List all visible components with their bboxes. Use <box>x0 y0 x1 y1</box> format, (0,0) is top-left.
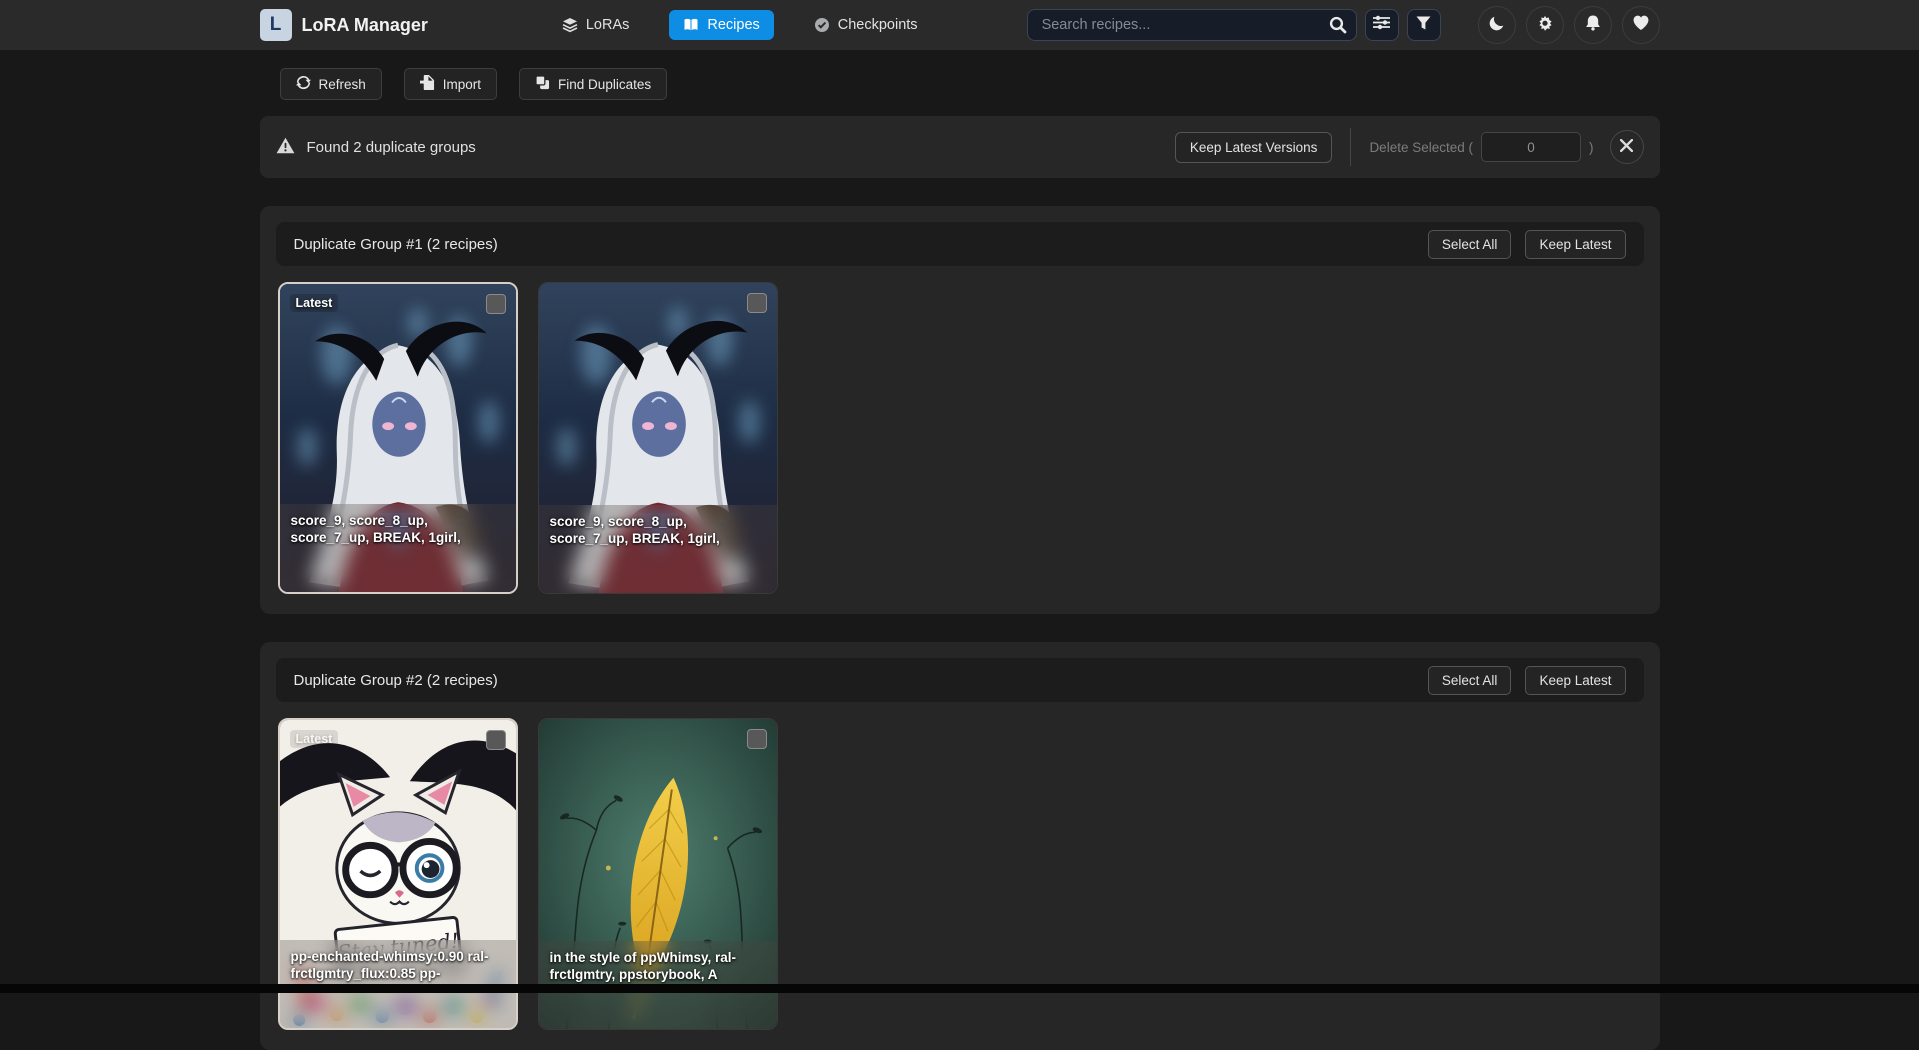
search-bar <box>1027 9 1357 41</box>
recipe-card[interactable]: score_9, score_8_up, score_7_up, BREAK, … <box>538 282 778 594</box>
banner-message: Found 2 duplicate groups <box>307 139 476 156</box>
import-button[interactable]: Import <box>404 68 497 100</box>
file-import-icon <box>420 75 435 93</box>
caption-line-1: in the style of ppWhimsy, ral- <box>550 949 766 966</box>
import-label: Import <box>443 77 481 92</box>
group-1-header: Duplicate Group #1 (2 recipes) Select Al… <box>276 222 1644 266</box>
recipe-checkbox[interactable] <box>486 730 506 750</box>
caption-line-1: score_9, score_8_up, <box>291 512 505 529</box>
group-1-title: Duplicate Group #1 (2 recipes) <box>294 236 498 253</box>
divider <box>1350 128 1351 166</box>
duplicates-icon <box>535 75 550 93</box>
support-button[interactable] <box>1622 6 1660 44</box>
theme-toggle-button[interactable] <box>1478 6 1516 44</box>
search-input[interactable] <box>1027 9 1357 41</box>
keep-latest-versions-button[interactable]: Keep Latest Versions <box>1175 132 1333 163</box>
top-navbar: L LoRA Manager LoRAs Recipes Checkpoint <box>0 0 1919 50</box>
caption-line-2: frctlgmtry_flux:0.85 pp- <box>291 965 505 982</box>
app-title: LoRA Manager <box>302 15 428 36</box>
tab-loras[interactable]: LoRAs <box>548 10 644 40</box>
delete-selected-label: Delete Selected ( <box>1369 140 1473 155</box>
close-icon <box>1620 139 1633 155</box>
recipe-checkbox[interactable] <box>486 294 506 314</box>
sort-options-button[interactable] <box>1365 9 1399 41</box>
caption-line-1: pp-enchanted-whimsy:0.90 ral- <box>291 948 505 965</box>
latest-badge: Latest <box>290 730 339 748</box>
duplicates-banner: Found 2 duplicate groups Keep Latest Ver… <box>260 116 1660 178</box>
navbar-actions <box>1478 6 1660 44</box>
heart-icon <box>1632 14 1650 37</box>
sliders-icon <box>1373 15 1390 35</box>
bell-icon <box>1584 14 1602 37</box>
tab-recipes[interactable]: Recipes <box>669 10 773 40</box>
tab-checkpoints-label: Checkpoints <box>838 17 918 33</box>
caption-line-1: score_9, score_8_up, <box>550 513 766 530</box>
layers-icon <box>562 17 578 33</box>
group-1-select-all-button[interactable]: Select All <box>1428 230 1512 259</box>
main-nav: LoRAs Recipes Checkpoints <box>548 10 932 40</box>
recipe-checkbox[interactable] <box>747 729 767 749</box>
duplicate-group-1: Duplicate Group #1 (2 recipes) Select Al… <box>260 206 1660 614</box>
tab-loras-label: LoRAs <box>586 17 630 33</box>
bottom-edge-strip <box>0 984 1919 993</box>
filter-button[interactable] <box>1407 9 1441 41</box>
moon-icon <box>1488 14 1506 37</box>
settings-button[interactable] <box>1526 6 1564 44</box>
recipe-card[interactable]: Latest score_9, score_8_up, score_7_up, … <box>278 282 518 594</box>
tab-checkpoints[interactable]: Checkpoints <box>800 10 932 40</box>
logo-letter: L <box>270 14 282 36</box>
delete-selected-suffix: ) <box>1589 140 1594 155</box>
refresh-button[interactable]: Refresh <box>280 68 382 100</box>
gear-icon <box>1536 14 1554 37</box>
group-1-keep-latest-button[interactable]: Keep Latest <box>1525 230 1625 259</box>
check-circle-icon <box>814 17 830 33</box>
group-2-keep-latest-button[interactable]: Keep Latest <box>1525 666 1625 695</box>
filter-funnel-icon <box>1416 16 1431 35</box>
recipe-caption: score_9, score_8_up, score_7_up, BREAK, … <box>539 505 777 593</box>
delete-selected-button[interactable]: Delete Selected ( ) <box>1369 132 1593 162</box>
refresh-label: Refresh <box>319 77 366 92</box>
latest-badge: Latest <box>290 294 339 312</box>
group-2-title: Duplicate Group #2 (2 recipes) <box>294 672 498 689</box>
book-icon <box>683 17 699 33</box>
warning-icon <box>276 137 295 158</box>
caption-line-2: frctlgmtry, ppstorybook, A <box>550 966 766 983</box>
recipe-caption: score_9, score_8_up, score_7_up, BREAK, … <box>280 504 516 592</box>
recipe-checkbox[interactable] <box>747 293 767 313</box>
notifications-button[interactable] <box>1574 6 1612 44</box>
caption-line-2: score_7_up, BREAK, 1girl, <box>291 529 505 546</box>
group-2-header: Duplicate Group #2 (2 recipes) Select Al… <box>276 658 1644 702</box>
caption-line-2: score_7_up, BREAK, 1girl, <box>550 530 766 547</box>
recipes-toolbar: Refresh Import Find Duplicates <box>260 50 1660 100</box>
app-logo[interactable]: L <box>260 9 292 41</box>
refresh-icon <box>296 75 311 93</box>
find-duplicates-label: Find Duplicates <box>558 77 651 92</box>
close-banner-button[interactable] <box>1610 130 1644 164</box>
find-duplicates-button[interactable]: Find Duplicates <box>519 68 667 100</box>
tab-recipes-label: Recipes <box>707 17 759 33</box>
delete-count-input[interactable] <box>1481 132 1581 162</box>
search-icon[interactable] <box>1328 15 1348 40</box>
group-2-select-all-button[interactable]: Select All <box>1428 666 1512 695</box>
